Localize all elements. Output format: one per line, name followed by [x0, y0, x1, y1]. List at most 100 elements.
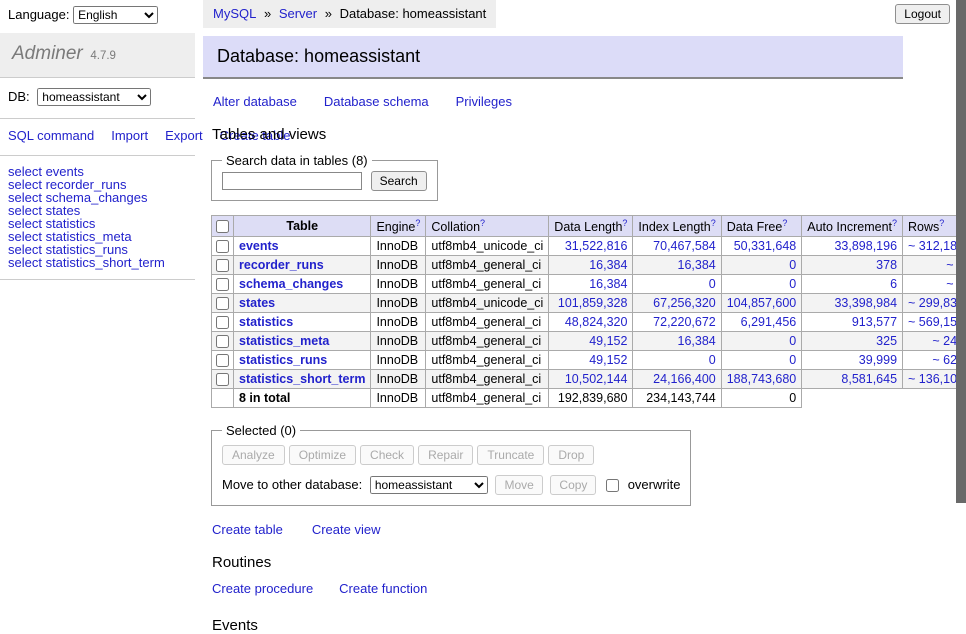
- row-checkbox[interactable]: [216, 297, 229, 310]
- analyze-button[interactable]: Analyze: [222, 445, 285, 465]
- data-free-value[interactable]: 50,331,648: [734, 239, 797, 253]
- link-create-procedure[interactable]: Create procedure: [212, 581, 313, 596]
- index-length-cell: 72,220,672: [633, 313, 721, 332]
- index-length-value[interactable]: 0: [709, 277, 716, 291]
- index-length-value[interactable]: 72,220,672: [653, 315, 716, 329]
- data-free-value[interactable]: 0: [789, 334, 796, 348]
- auto-increment-value[interactable]: 325: [876, 334, 897, 348]
- breadcrumb-mysql[interactable]: MySQL: [213, 6, 256, 21]
- auto-increment-value[interactable]: 39,999: [859, 353, 897, 367]
- data-free-value[interactable]: 0: [789, 277, 796, 291]
- auto-increment-value[interactable]: 8,581,645: [841, 372, 897, 386]
- column-help-link[interactable]: ?: [711, 218, 716, 228]
- sidebar-action-export[interactable]: Export: [165, 128, 203, 143]
- table-link-statistics-meta[interactable]: statistics_meta: [239, 334, 329, 348]
- table-link-statistics-runs[interactable]: statistics_runs: [239, 353, 327, 367]
- language-select[interactable]: English: [73, 6, 158, 24]
- db-select[interactable]: homeassistant: [37, 88, 151, 106]
- logout-button[interactable]: Logout: [895, 4, 950, 24]
- drop-button[interactable]: Drop: [548, 445, 594, 465]
- link-create-table[interactable]: Create table: [212, 522, 283, 537]
- data-free-value[interactable]: 0: [789, 258, 796, 272]
- column-help-link[interactable]: ?: [782, 218, 787, 228]
- language-row: Language: English: [0, 0, 195, 33]
- row-checkbox[interactable]: [216, 278, 229, 291]
- sidebar-actions: SQL commandImportExportCreate table: [0, 119, 195, 155]
- move-row: Move to other database: homeassistant Mo…: [222, 475, 680, 495]
- index-length-value[interactable]: 24,166,400: [653, 372, 716, 386]
- column-help-link[interactable]: ?: [415, 218, 420, 228]
- scrollbar-thumb[interactable]: [956, 0, 966, 503]
- index-length-value[interactable]: 16,384: [678, 258, 716, 272]
- vertical-scrollbar[interactable]: [956, 0, 966, 543]
- move-button[interactable]: Move: [495, 475, 542, 495]
- search-input[interactable]: [222, 172, 362, 190]
- optimize-button[interactable]: Optimize: [289, 445, 356, 465]
- index-length-value[interactable]: 67,256,320: [653, 296, 716, 310]
- row-checkbox[interactable]: [216, 373, 229, 386]
- sidebar-action-sql-command[interactable]: SQL command: [8, 128, 94, 143]
- data-length-value[interactable]: 49,152: [589, 334, 627, 348]
- data-length-value[interactable]: 48,824,320: [565, 315, 628, 329]
- auto-increment-value[interactable]: 33,898,196: [834, 239, 897, 253]
- auto-increment-value[interactable]: 33,398,984: [834, 296, 897, 310]
- row-checkbox[interactable]: [216, 354, 229, 367]
- row-checkbox[interactable]: [216, 240, 229, 253]
- table-link-states[interactable]: states: [239, 296, 275, 310]
- data-length-value[interactable]: 16,384: [589, 258, 627, 272]
- data-free-value[interactable]: 188,743,680: [727, 372, 797, 386]
- table-link-schema-changes[interactable]: schema_changes: [239, 277, 343, 291]
- index-length-value[interactable]: 70,467,584: [653, 239, 716, 253]
- link-privileges[interactable]: Privileges: [456, 94, 512, 109]
- link-database-schema[interactable]: Database schema: [324, 94, 429, 109]
- selected-fieldset: Selected (0) AnalyzeOptimizeCheckRepairT…: [211, 423, 691, 506]
- table-name-cell: events: [234, 237, 371, 256]
- table-link-events[interactable]: events: [239, 239, 279, 253]
- sidebar-select-statistics-short-term[interactable]: select statistics_short_term: [8, 256, 187, 269]
- column-help-link[interactable]: ?: [480, 218, 485, 228]
- column-help-link[interactable]: ?: [622, 218, 627, 228]
- data-length-value[interactable]: 16,384: [589, 277, 627, 291]
- column-header-data-length: Data Length?: [549, 216, 633, 237]
- row-checkbox[interactable]: [216, 335, 229, 348]
- table-link-statistics[interactable]: statistics: [239, 315, 293, 329]
- overwrite-checkbox[interactable]: [606, 479, 619, 492]
- check-button[interactable]: Check: [360, 445, 414, 465]
- data-length-value[interactable]: 31,522,816: [565, 239, 628, 253]
- auto-increment-value[interactable]: 6: [890, 277, 897, 291]
- repair-button[interactable]: Repair: [418, 445, 473, 465]
- total-empty-cell: [802, 389, 966, 408]
- data-length-value[interactable]: 10,502,144: [565, 372, 628, 386]
- table-link-recorder-runs[interactable]: recorder_runs: [239, 258, 324, 272]
- routines-links: Create procedure Create function: [212, 581, 966, 596]
- selected-legend: Selected (0): [222, 423, 300, 438]
- column-help-link[interactable]: ?: [939, 218, 944, 228]
- row-checkbox[interactable]: [216, 316, 229, 329]
- engine-cell: InnoDB: [371, 237, 426, 256]
- data-free-value[interactable]: 6,291,456: [741, 315, 797, 329]
- data-free-value[interactable]: 104,857,600: [727, 296, 797, 310]
- data-free-value[interactable]: 0: [789, 353, 796, 367]
- index-length-value[interactable]: 16,384: [678, 334, 716, 348]
- row-checkbox[interactable]: [216, 259, 229, 272]
- link-create-function[interactable]: Create function: [339, 581, 427, 596]
- link-create-view[interactable]: Create view: [312, 522, 381, 537]
- index-length-value[interactable]: 0: [709, 353, 716, 367]
- table-link-statistics-short-term[interactable]: statistics_short_term: [239, 372, 365, 386]
- auto-increment-value[interactable]: 913,577: [852, 315, 897, 329]
- search-button[interactable]: Search: [371, 171, 427, 191]
- main-content: MySQL » Server » Database: homeassistant…: [203, 0, 966, 634]
- data-length-value[interactable]: 49,152: [589, 353, 627, 367]
- select-all-checkbox[interactable]: [216, 220, 229, 233]
- sidebar-action-import[interactable]: Import: [111, 128, 148, 143]
- copy-button[interactable]: Copy: [550, 475, 596, 495]
- breadcrumb-server[interactable]: Server: [279, 6, 317, 21]
- truncate-button[interactable]: Truncate: [477, 445, 544, 465]
- column-help-link[interactable]: ?: [892, 218, 897, 228]
- table-footer-links: Create table Create view: [212, 522, 966, 537]
- divider: [0, 279, 195, 280]
- link-alter-database[interactable]: Alter database: [213, 94, 297, 109]
- move-db-select[interactable]: homeassistant: [370, 476, 488, 494]
- auto-increment-value[interactable]: 378: [876, 258, 897, 272]
- data-length-value[interactable]: 101,859,328: [558, 296, 628, 310]
